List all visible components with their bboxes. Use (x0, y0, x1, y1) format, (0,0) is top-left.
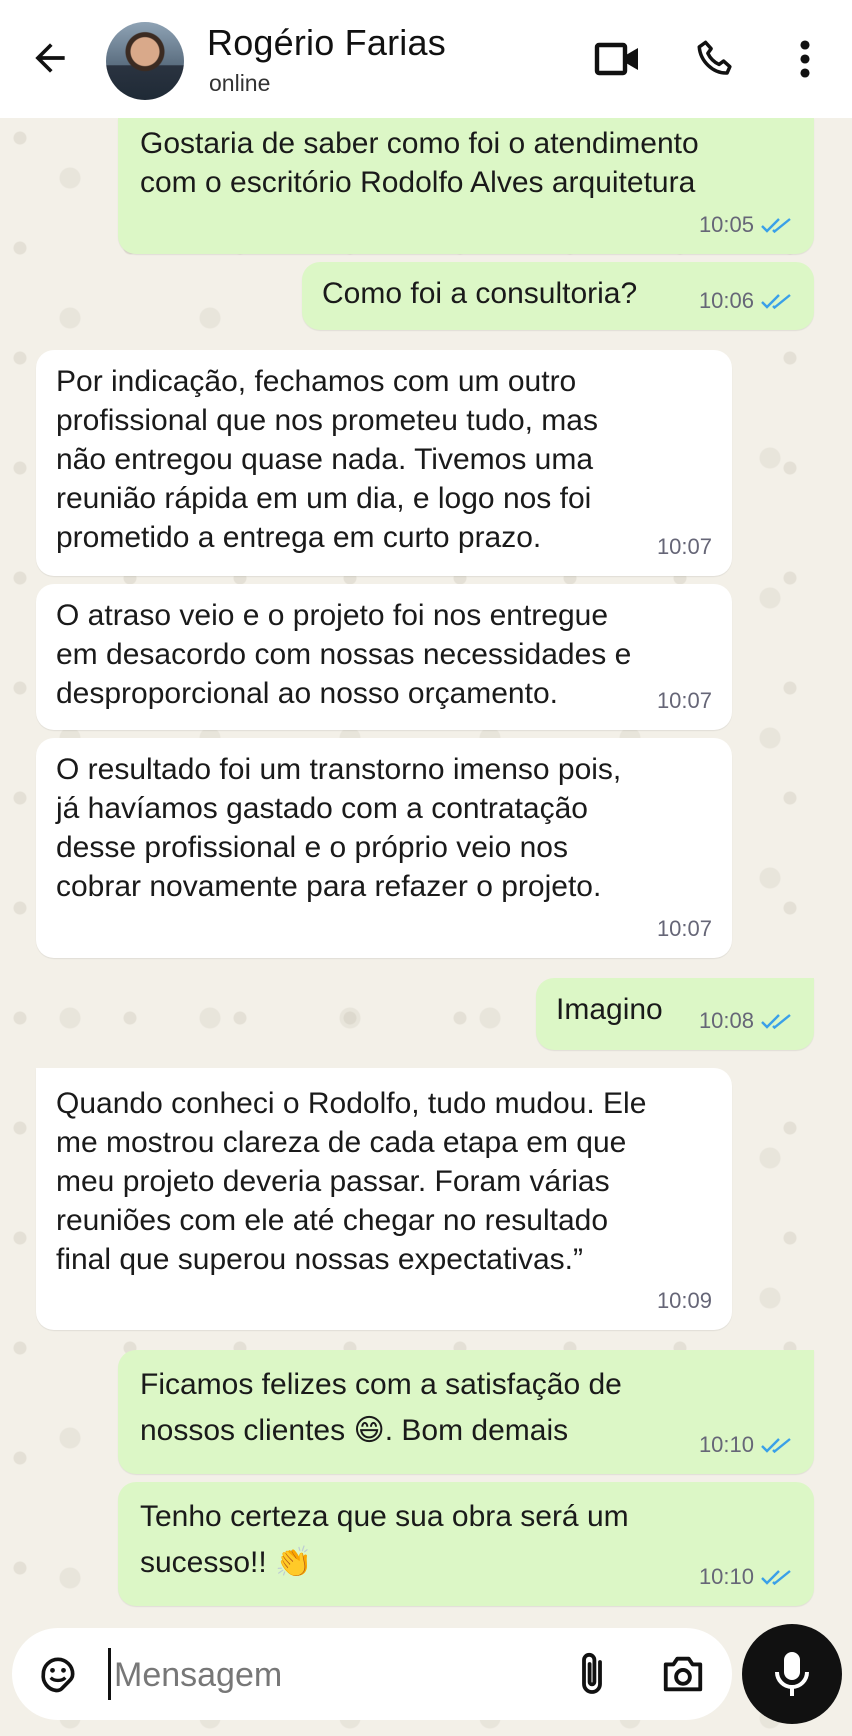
contact-name[interactable]: Rogério Farias (207, 22, 446, 64)
message-meta: 10:10 (699, 1557, 794, 1596)
message-text: Tenho certeza que sua obra será um suces… (140, 1494, 792, 1586)
message-time: 10:10 (698, 1432, 754, 1457)
more-vertical-icon[interactable] (793, 38, 817, 80)
message-time: 10:10 (698, 1564, 754, 1589)
message-bubble-incoming[interactable]: Por indicação, fechamos com um outro pro… (36, 350, 732, 576)
message-bubble-outgoing[interactable]: Como foi a consultoria? 10:06 (302, 262, 814, 330)
message-time: 10:07 (656, 916, 712, 941)
chat-header: Rogério Farias online (0, 0, 852, 118)
message-text: O atraso veio e o projeto foi nos entreg… (56, 599, 632, 710)
arrow-left-icon[interactable] (28, 36, 72, 80)
message-time: 10:09 (656, 1288, 712, 1313)
phone-icon[interactable] (694, 38, 736, 80)
message-text: Por indicação, fechamos com um outro pro… (56, 365, 598, 554)
message-composer (12, 1628, 732, 1720)
read-ticks-icon (761, 1437, 791, 1453)
read-ticks-icon (761, 1569, 791, 1585)
message-meta: 10:09 (657, 1281, 712, 1320)
message-bubble-incoming[interactable]: O resultado foi um transtorno imenso poi… (36, 738, 732, 958)
message-text: Gostaria de saber como foi o atendimento… (140, 127, 699, 199)
sticker-icon[interactable] (36, 1652, 80, 1696)
message-text: Ficamos felizes com a satisfação de noss… (140, 1362, 792, 1454)
message-meta: 10:08 (699, 1001, 794, 1040)
microphone-icon (775, 1652, 809, 1696)
text-cursor (108, 1648, 111, 1700)
message-time: 10:05 (698, 212, 754, 237)
message-bubble-outgoing[interactable]: Gostaria de saber como foi o atendimento… (118, 118, 814, 254)
message-meta: 10:07 (657, 527, 712, 566)
message-time: 10:07 (656, 688, 712, 713)
message-bubble-outgoing[interactable]: Tenho certeza que sua obra será um suces… (118, 1482, 814, 1606)
paperclip-icon[interactable] (572, 1650, 612, 1698)
message-meta: 10:07 (657, 681, 712, 720)
read-ticks-icon (761, 1013, 791, 1029)
message-bubble-outgoing[interactable]: Ficamos felizes com a satisfação de noss… (118, 1350, 814, 1474)
camera-icon[interactable] (660, 1652, 706, 1696)
grinning-face-emoji: 😄 (353, 1413, 385, 1448)
voice-message-button[interactable] (742, 1624, 842, 1724)
read-ticks-icon (761, 293, 791, 309)
message-text-part: . Bom demais (384, 1414, 569, 1447)
message-meta: 10:06 (699, 281, 794, 320)
avatar[interactable] (106, 22, 184, 100)
message-bubble-incoming[interactable]: Quando conheci o Rodolfo, tudo mudou. El… (36, 1068, 732, 1330)
contact-status: online (209, 70, 271, 96)
message-meta: 10:10 (699, 1425, 794, 1464)
message-bubble-incoming[interactable]: O atraso veio e o projeto foi nos entreg… (36, 584, 732, 730)
read-ticks-icon (761, 217, 791, 233)
clapping-hands-emoji: 👏 (275, 1545, 313, 1580)
message-text: O resultado foi um transtorno imenso poi… (56, 753, 622, 903)
message-input[interactable] (112, 1646, 536, 1704)
message-text-part: Tenho certeza que sua obra será um suces… (140, 1500, 629, 1579)
video-camera-icon[interactable] (594, 38, 642, 80)
message-time: 10:06 (698, 288, 754, 313)
message-time: 10:07 (656, 534, 712, 559)
message-time: 10:08 (698, 1008, 754, 1033)
message-meta: 10:05 (699, 205, 794, 244)
message-bubble-outgoing[interactable]: Imagino 10:08 (536, 978, 814, 1050)
message-text: Quando conheci o Rodolfo, tudo mudou. El… (56, 1087, 647, 1276)
message-meta: 10:07 (657, 909, 712, 948)
